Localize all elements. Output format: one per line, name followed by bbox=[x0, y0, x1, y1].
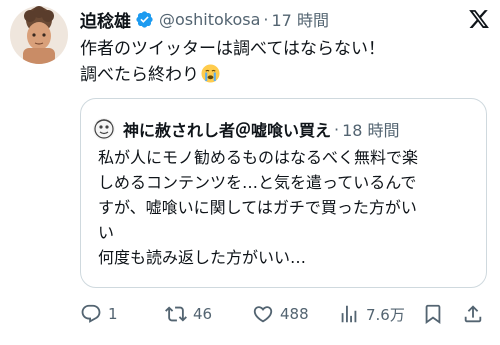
quoted-tweet-text: 私が人にモノ勧めるものはなるべく無料で楽 しめるコンテンツを…と気を遣っているん… bbox=[98, 145, 478, 270]
like-count: 488 bbox=[280, 305, 309, 323]
quoted-tweet[interactable]: 神に赦されし者＠嘘喰い買え · 18 時間 私が人にモノ勧めるものはなるべく無料… bbox=[80, 98, 487, 288]
separator-dot: · bbox=[263, 9, 269, 29]
quoted-timestamp: 18 時間 bbox=[342, 121, 400, 140]
tweet-card: 迫稔雄 @oshitokosa · 17 時間 作者のツイッターは調べてはならな… bbox=[0, 0, 500, 345]
heart-icon bbox=[253, 306, 273, 323]
verified-badge-icon bbox=[135, 10, 154, 29]
retweet-count: 46 bbox=[193, 305, 213, 323]
like-button[interactable]: 488 bbox=[252, 303, 309, 325]
quoted-text-line-2: しめるコンテンツを…と気を遣っているんで bbox=[98, 173, 417, 192]
share-button[interactable] bbox=[462, 303, 484, 325]
crying-face-emoji-icon bbox=[201, 64, 220, 83]
tweet-text-line-1: 作者のツイッターは調べてはならない！ bbox=[80, 39, 385, 59]
author-handle[interactable]: @oshitokosa bbox=[159, 10, 260, 29]
tweet-header: 迫稔雄 @oshitokosa · 17 時間 bbox=[80, 6, 329, 32]
author-name[interactable]: 迫稔雄 bbox=[80, 7, 131, 32]
quoted-text-line-5: 何度も読み返した方がいい… bbox=[98, 248, 307, 267]
tweet-actions: 1 46 488 7.6万 bbox=[80, 300, 490, 328]
x-logo-icon bbox=[468, 8, 490, 30]
bookmark-icon bbox=[425, 304, 441, 325]
share-icon bbox=[464, 305, 482, 323]
bookmark-button[interactable] bbox=[422, 303, 444, 325]
tweet-text: 作者のツイッターは調べてはならない！ 調べたら終わり bbox=[80, 36, 485, 88]
quoted-text-line-4: い bbox=[98, 223, 115, 242]
retweet-icon bbox=[165, 306, 187, 322]
view-count: 7.6万 bbox=[366, 305, 405, 324]
tweet-text-line-2-text: 調べたら終わり bbox=[80, 65, 199, 85]
quoted-author-avatar bbox=[93, 118, 115, 140]
quoted-separator-dot: · bbox=[334, 119, 340, 139]
views-icon bbox=[341, 305, 357, 323]
quoted-text-line-1: 私が人にモノ勧めるものはなるべく無料で楽 bbox=[98, 148, 419, 167]
reply-button[interactable]: 1 bbox=[80, 303, 118, 325]
quoted-text-line-3: すが、嘘喰いに関してはガチで買った方がい bbox=[98, 198, 417, 217]
author-avatar[interactable] bbox=[10, 6, 68, 64]
retweet-button[interactable]: 46 bbox=[165, 303, 212, 325]
views-button[interactable]: 7.6万 bbox=[338, 303, 405, 325]
reply-icon bbox=[81, 304, 101, 323]
quoted-tweet-header: 神に赦されし者＠嘘喰い買え · 18 時間 bbox=[93, 117, 400, 141]
quoted-author-name: 神に赦されし者＠嘘喰い買え bbox=[123, 121, 332, 140]
tweet-timestamp[interactable]: 17 時間 bbox=[272, 7, 329, 31]
reply-count: 1 bbox=[108, 305, 118, 323]
tweet-text-line-2: 調べたら終わり bbox=[80, 62, 485, 88]
